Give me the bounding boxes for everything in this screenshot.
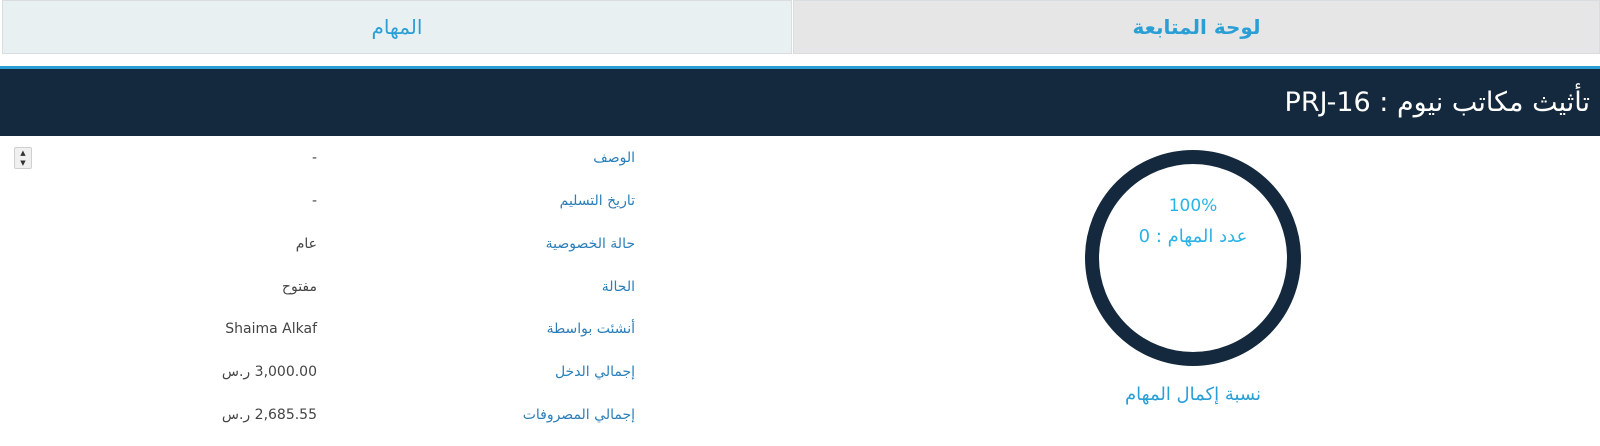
- detail-label: الوصف: [593, 150, 635, 166]
- detail-row-privacy: حالة الخصوصية عام: [0, 228, 660, 258]
- detail-label: إجمالي المصروفات: [522, 407, 635, 423]
- tab-dashboard[interactable]: لوحة المتابعة: [793, 0, 1600, 54]
- detail-value: 3,000.00 ر.س: [221, 364, 317, 380]
- detail-row-status: الحالة مفتوح: [0, 271, 660, 301]
- tab-tasks-label: المهام: [371, 15, 423, 39]
- detail-row-total-expenses: إجمالي المصروفات 2,685.55 ر.س: [0, 399, 660, 429]
- detail-value: -: [311, 150, 317, 166]
- detail-row-total-income: إجمالي الدخل 3,000.00 ر.س: [0, 356, 660, 386]
- tab-bar: المهام لوحة المتابعة: [0, 0, 1600, 56]
- detail-label: الحالة: [601, 279, 635, 295]
- project-header: PRJ-16 : تأثيث مكاتب نيوم: [0, 66, 1600, 136]
- progress-ring: [1085, 150, 1301, 366]
- task-count: عدد المهام : 0: [1138, 226, 1248, 247]
- detail-value: 2,685.55 ر.س: [221, 407, 317, 423]
- progress-percent: 100%: [1168, 196, 1218, 216]
- detail-value: Shaima Alkaf: [225, 321, 317, 337]
- detail-label: أنشئت بواسطة: [546, 321, 635, 337]
- detail-label: حالة الخصوصية: [545, 236, 635, 252]
- detail-label: تاريخ التسليم: [559, 193, 635, 209]
- detail-row-description: الوصف -: [0, 142, 660, 172]
- tab-tasks[interactable]: المهام: [2, 0, 792, 54]
- detail-row-created-by: أنشئت بواسطة Shaima Alkaf: [0, 313, 660, 343]
- project-title: PRJ-16 : تأثيث مكاتب نيوم: [1284, 87, 1590, 118]
- detail-label: إجمالي الدخل: [554, 364, 635, 380]
- detail-row-delivery-date: تاريخ التسليم -: [0, 185, 660, 215]
- project-details: الوصف - تاريخ التسليم - حالة الخصوصية عا…: [0, 140, 660, 446]
- detail-value: عام: [295, 236, 317, 252]
- tab-dashboard-label: لوحة المتابعة: [1132, 15, 1261, 39]
- progress-caption: نسبة إكمال المهام: [1125, 384, 1261, 405]
- progress-ring-fill: [1085, 150, 1301, 366]
- detail-value: -: [311, 193, 317, 209]
- detail-value: مفتوح: [281, 279, 317, 295]
